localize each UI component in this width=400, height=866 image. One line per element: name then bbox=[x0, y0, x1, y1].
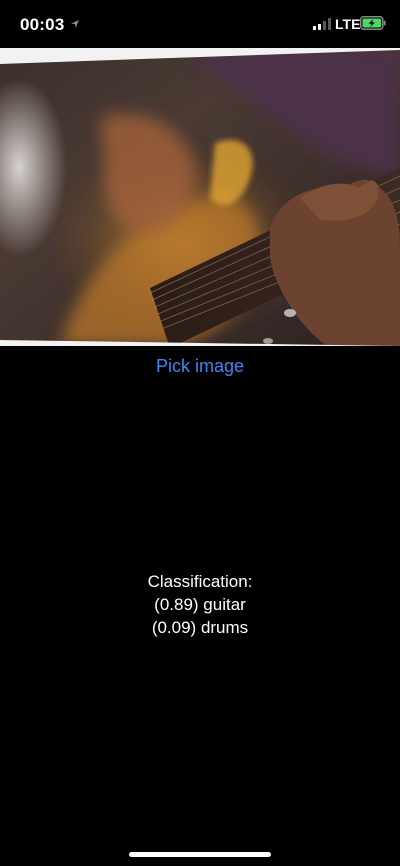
cellular-signal-icon bbox=[313, 18, 331, 30]
classification-result: Classification: (0.89) guitar (0.09) dru… bbox=[0, 570, 400, 639]
home-indicator[interactable] bbox=[129, 852, 271, 857]
selected-photo bbox=[0, 48, 400, 346]
network-label: LTE bbox=[335, 16, 361, 32]
status-bar: 00:03 LTE bbox=[0, 0, 400, 48]
status-time: 00:03 bbox=[20, 15, 65, 34]
classification-line: (0.09) drums bbox=[151, 618, 249, 637]
battery-charging-icon bbox=[360, 16, 386, 30]
guitar-photo bbox=[0, 48, 400, 346]
classification-line: (0.89) guitar bbox=[154, 595, 246, 614]
classification-heading: Classification: bbox=[147, 572, 253, 591]
location-arrow-icon bbox=[71, 20, 79, 28]
pick-image-button[interactable]: Pick image bbox=[0, 356, 400, 377]
